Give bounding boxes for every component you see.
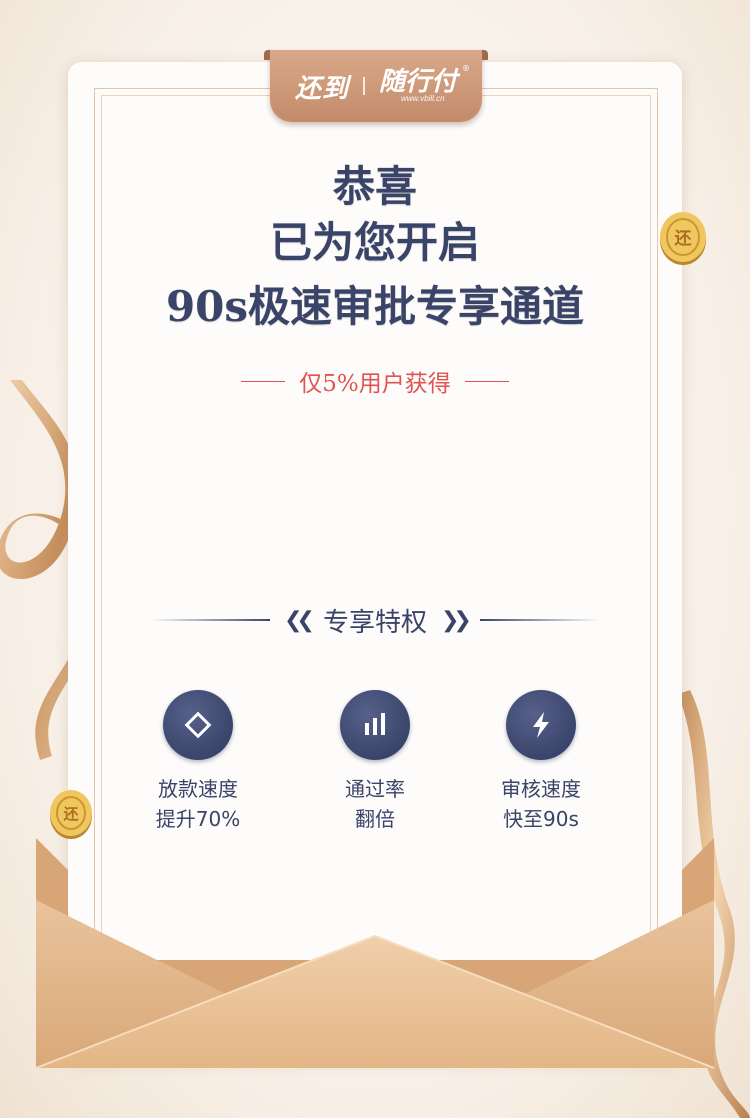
brand-url: www.vbill.cn	[401, 94, 445, 103]
feature-value: 提升70%	[155, 807, 241, 831]
brand-primary-logo: 还到	[294, 72, 349, 103]
privileges-title: 专享特权	[322, 607, 427, 638]
double-chevron-left-icon: ❮❮	[284, 607, 315, 633]
gold-coin-left-icon: 还	[50, 790, 92, 839]
feature-value: 快至90s	[503, 807, 579, 831]
headline-congrats: 恭喜	[332, 162, 417, 211]
double-chevron-right-icon: ❯❯	[441, 607, 472, 633]
feature-review-speed: 审核速度 快至90s	[451, 690, 631, 834]
feature-label: 审核速度	[501, 777, 581, 801]
feature-label: 通过率	[345, 777, 405, 801]
registered-mark: ®	[462, 64, 470, 73]
brand-separator	[363, 77, 365, 95]
feature-label: 放款速度	[158, 777, 238, 801]
subtitle-text: 仅5%用户获得	[299, 371, 451, 397]
subtitle-right-line	[464, 380, 509, 382]
headline-channel: 90s极速审批专享通道	[165, 282, 585, 331]
subtitle-left-line	[241, 380, 286, 382]
privileges-right-line	[480, 619, 600, 621]
bar-chart-icon	[340, 690, 410, 760]
diamond-icon	[163, 690, 233, 760]
svg-text:还: 还	[62, 805, 79, 823]
feature-value: 翻倍	[355, 807, 395, 831]
lightning-icon	[506, 690, 576, 760]
svg-text:还: 还	[674, 229, 693, 249]
brand-logo-tab: 还到 随行付 www.vbill.cn ®	[264, 50, 488, 122]
subtitle-row: 仅5%用户获得	[68, 364, 682, 398]
feature-disbursement-speed: 放款速度 提升70%	[108, 690, 288, 834]
brand-secondary-logo: 随行付 www.vbill.cn	[379, 68, 457, 104]
headline-opened: 已为您开启	[269, 218, 480, 267]
brand-secondary-name: 随行付	[379, 66, 458, 96]
privileges-header: ❮❮ 专享特权 ❯❯	[150, 598, 600, 642]
privileges-left-line	[150, 619, 270, 621]
gold-coin-right-icon: 还	[660, 212, 706, 265]
feature-approval-rate: 通过率 翻倍	[285, 690, 465, 834]
